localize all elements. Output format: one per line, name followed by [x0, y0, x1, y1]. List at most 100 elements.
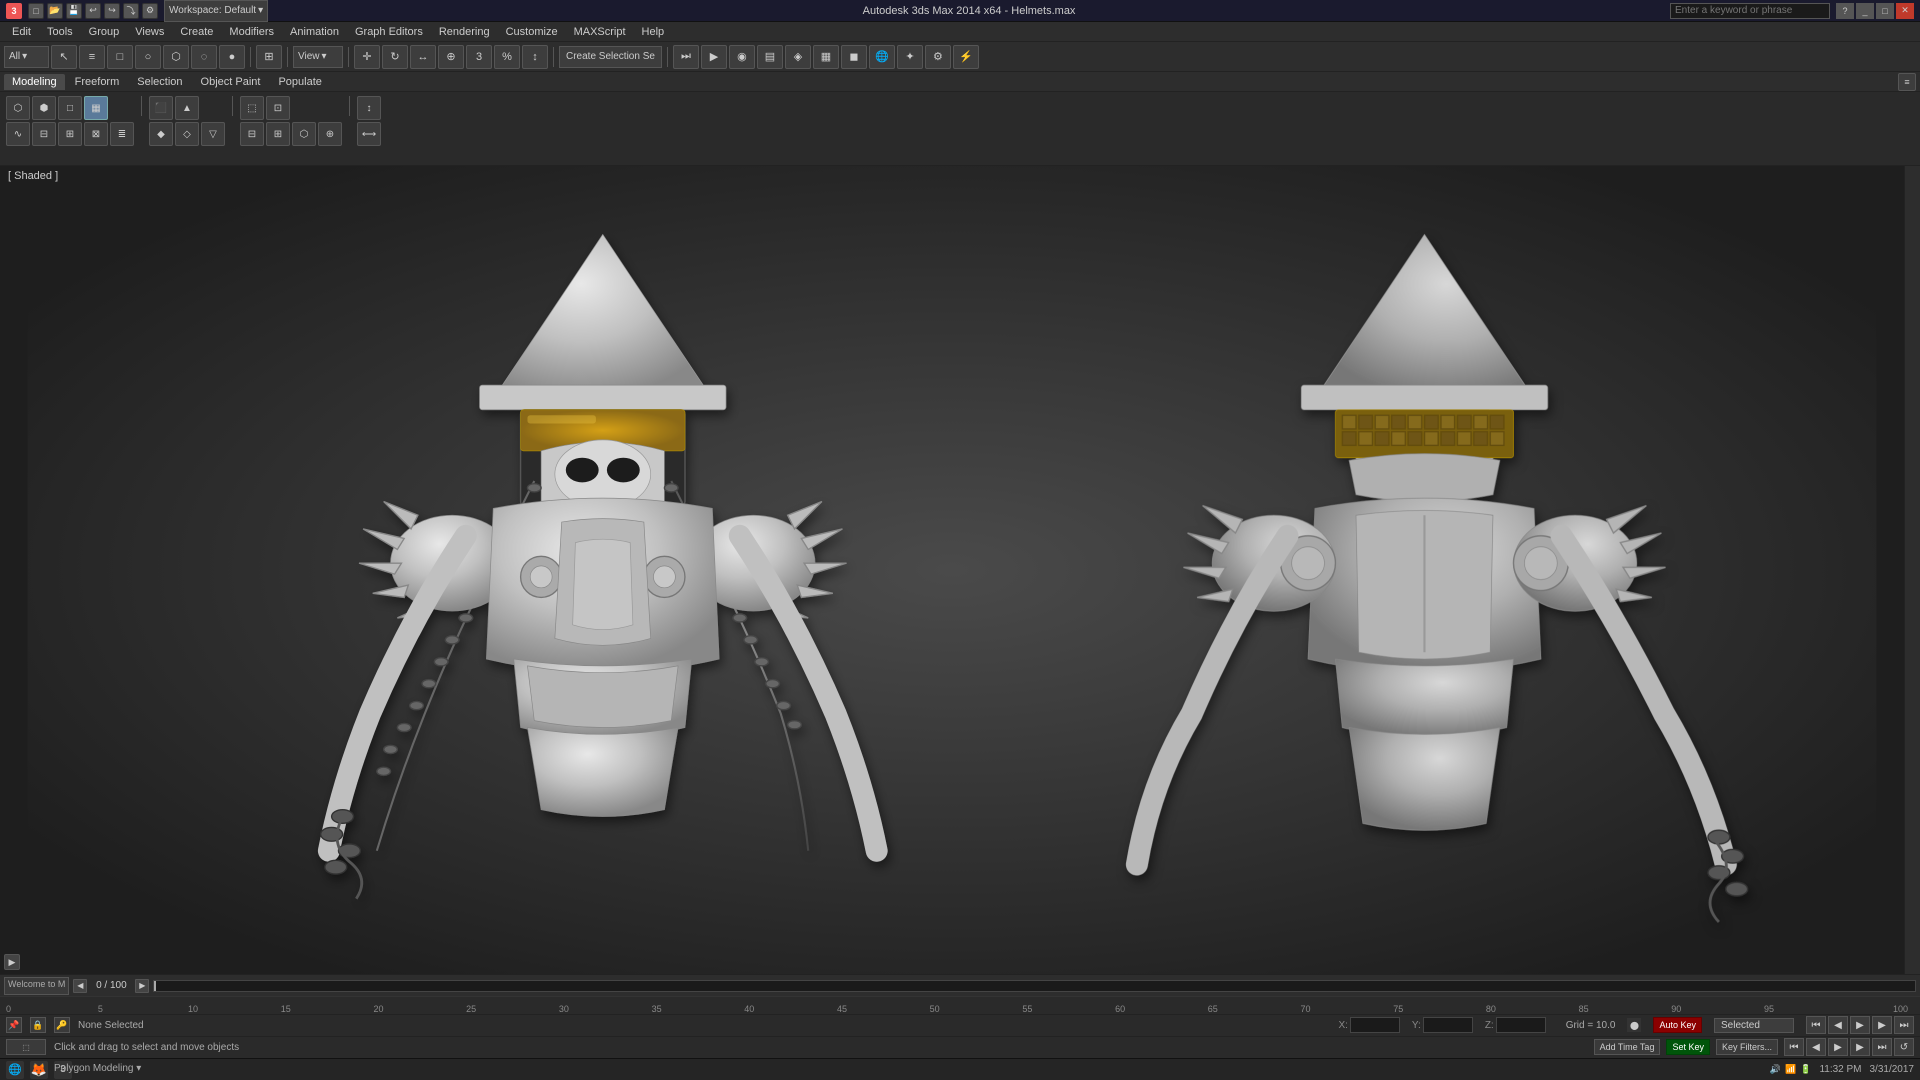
select-move-btn[interactable]: ✛: [354, 45, 380, 69]
window-crossing-btn[interactable]: ⊞: [256, 45, 282, 69]
render-setup-btn[interactable]: ⚙: [925, 45, 951, 69]
menu-graph-editors[interactable]: Graph Editors: [347, 24, 431, 40]
circle-select-btn[interactable]: ○: [135, 45, 161, 69]
viewport-play-btn[interactable]: ▶: [4, 954, 20, 970]
model-btn-17[interactable]: ↕: [357, 96, 381, 120]
viewport[interactable]: [ Shaded ]: [0, 166, 1904, 974]
play-anim-btn[interactable]: ▶: [701, 45, 727, 69]
redo-title-btn[interactable]: ↪: [104, 3, 120, 19]
model-btn-8[interactable]: ◆: [149, 122, 173, 146]
help-btn[interactable]: ?: [1836, 3, 1854, 19]
model-btn-6[interactable]: ⬛: [149, 96, 173, 120]
menu-modifiers[interactable]: Modifiers: [221, 24, 282, 40]
undo-title-btn[interactable]: ↩: [85, 3, 101, 19]
anim-play-btn-2[interactable]: ▶: [1828, 1038, 1848, 1056]
model-btn-border[interactable]: □: [58, 96, 82, 120]
set-key-btn[interactable]: Set Key: [1666, 1039, 1710, 1055]
model-btn-10[interactable]: ▽: [201, 122, 225, 146]
tab-freeform[interactable]: Freeform: [67, 74, 128, 90]
tab-selection[interactable]: Selection: [129, 74, 190, 90]
model-btn-11[interactable]: ⬚: [240, 96, 264, 120]
model-btn-2[interactable]: ⊟: [32, 122, 56, 146]
model-btn-7[interactable]: ▲: [175, 96, 199, 120]
model-btn-18[interactable]: ⟷: [357, 122, 381, 146]
model-btn-16[interactable]: ⊕: [318, 122, 342, 146]
num-3-btn[interactable]: 3: [466, 45, 492, 69]
mini-viewport-btn[interactable]: ⬚: [6, 1039, 46, 1055]
lasso-select-btn[interactable]: ◌: [191, 45, 217, 69]
polygon-modeling-label[interactable]: Polygon Modeling ▾: [50, 1061, 145, 1076]
render-frame-btn[interactable]: ▦: [813, 45, 839, 69]
material-editor-btn[interactable]: ◈: [785, 45, 811, 69]
place-btn[interactable]: ⊕: [438, 45, 464, 69]
select-name-btn[interactable]: ≡: [79, 45, 105, 69]
render-window-btn[interactable]: ◼: [841, 45, 867, 69]
effect-btn[interactable]: ✦: [897, 45, 923, 69]
menu-help[interactable]: Help: [634, 24, 673, 40]
model-btn-polygon[interactable]: ▦: [84, 96, 108, 120]
menu-group[interactable]: Group: [81, 24, 128, 40]
search-input[interactable]: [1670, 3, 1830, 19]
paint-select-btn[interactable]: ●: [219, 45, 245, 69]
spinner-snap-btn[interactable]: ↕: [522, 45, 548, 69]
tab-object-paint[interactable]: Object Paint: [193, 74, 269, 90]
model-btn-3[interactable]: ⊞: [58, 122, 82, 146]
menu-tools[interactable]: Tools: [39, 24, 81, 40]
y-input[interactable]: [1423, 1017, 1473, 1033]
ipr-btn[interactable]: ⚡: [953, 45, 979, 69]
model-btn-extrude[interactable]: ⬡: [6, 96, 30, 120]
render-btn[interactable]: ◉: [729, 45, 755, 69]
close-btn[interactable]: ✕: [1896, 3, 1914, 19]
key-icon[interactable]: 🔑: [54, 1017, 70, 1033]
minimize-btn[interactable]: _: [1856, 3, 1874, 19]
open-file-btn[interactable]: 📂: [47, 3, 63, 19]
select-scale-btn[interactable]: ↔: [410, 45, 436, 69]
menu-edit[interactable]: Edit: [4, 24, 39, 40]
select-rotate-btn[interactable]: ↻: [382, 45, 408, 69]
save-file-btn[interactable]: 💾: [66, 3, 82, 19]
add-time-tag-btn[interactable]: Add Time Tag: [1594, 1039, 1661, 1055]
anim-prev-frame-btn[interactable]: ◀: [1806, 1038, 1826, 1056]
menu-create[interactable]: Create: [172, 24, 221, 40]
rect-select-btn[interactable]: □: [107, 45, 133, 69]
timeline-track[interactable]: [153, 980, 1916, 992]
tab-populate[interactable]: Populate: [270, 74, 329, 90]
environment-btn[interactable]: 🌐: [869, 45, 895, 69]
key-filters-btn[interactable]: Key Filters...: [1716, 1039, 1778, 1055]
anim-play-btn[interactable]: ▶: [1850, 1016, 1870, 1034]
anim-skip-end-btn-2[interactable]: ⏭: [1872, 1038, 1892, 1056]
model-btn-4[interactable]: ⊠: [84, 122, 108, 146]
x-input[interactable]: [1350, 1017, 1400, 1033]
anim-skip-start-btn-2[interactable]: ⏮: [1784, 1038, 1804, 1056]
model-btn-1[interactable]: ∿: [6, 122, 30, 146]
menu-customize[interactable]: Customize: [498, 24, 566, 40]
z-input[interactable]: [1496, 1017, 1546, 1033]
key-mode-btn[interactable]: ⏭: [673, 45, 699, 69]
more-options-btn[interactable]: ≡: [1898, 73, 1916, 91]
model-btn-13[interactable]: ⊟: [240, 122, 264, 146]
model-btn-12[interactable]: ⊡: [266, 96, 290, 120]
anim-loop-btn[interactable]: ↺: [1894, 1038, 1914, 1056]
tab-modeling[interactable]: Modeling: [4, 74, 65, 90]
timeline-next-btn[interactable]: ▶: [135, 979, 149, 993]
timeline-prev-btn[interactable]: ◀: [73, 979, 87, 993]
anim-skip-end-btn[interactable]: ⏭: [1894, 1016, 1914, 1034]
percent-btn[interactable]: %: [494, 45, 520, 69]
auto-key-btn[interactable]: Auto Key: [1653, 1017, 1702, 1033]
model-btn-chamfer[interactable]: ⬢: [32, 96, 56, 120]
new-file-btn[interactable]: □: [28, 3, 44, 19]
model-btn-9[interactable]: ◇: [175, 122, 199, 146]
model-btn-5[interactable]: ≣: [110, 122, 134, 146]
import-btn[interactable]: ⤵: [123, 3, 139, 19]
firefox-icon[interactable]: 🦊: [30, 1061, 48, 1079]
model-btn-14[interactable]: ⊞: [266, 122, 290, 146]
selected-input[interactable]: Selected: [1714, 1018, 1794, 1033]
menu-rendering[interactable]: Rendering: [431, 24, 498, 40]
anim-next-frame-btn[interactable]: ▶: [1850, 1038, 1870, 1056]
settings-btn[interactable]: ⚙: [142, 3, 158, 19]
anim-next-btn[interactable]: ▶: [1872, 1016, 1892, 1034]
layer-btn[interactable]: ▤: [757, 45, 783, 69]
filter-dropdown[interactable]: All▾: [4, 46, 49, 68]
view-dropdown[interactable]: View▾: [293, 46, 343, 68]
anim-skip-start-btn[interactable]: ⏮: [1806, 1016, 1826, 1034]
